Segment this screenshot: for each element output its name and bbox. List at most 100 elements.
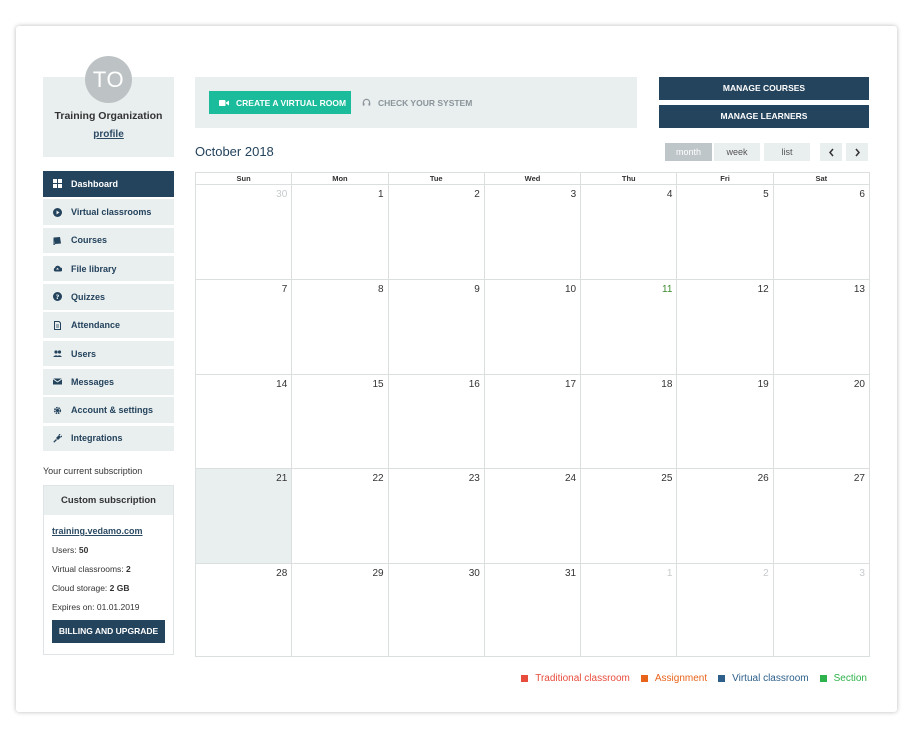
calendar-day[interactable]: 23 (387, 469, 484, 563)
day-number: 10 (565, 284, 577, 296)
calendar-day[interactable]: 8 (291, 280, 387, 374)
sidebar-item-dashboard[interactable]: Dashboard (43, 171, 174, 197)
calendar-day[interactable]: 7 (196, 280, 291, 373)
day-number: 31 (565, 567, 577, 579)
weekday-label: Mon (291, 173, 387, 184)
calendar-week-row: 7 8 9 10 11 12 13 (196, 279, 869, 374)
envelope-icon (52, 376, 63, 387)
calendar-day[interactable]: 1 (580, 563, 676, 657)
day-number: 26 (757, 473, 769, 485)
calendar-day[interactable]: 31 (483, 563, 580, 657)
legend-label: Virtual classroom (732, 673, 809, 684)
view-list-button[interactable]: list (764, 143, 810, 161)
day-number: 24 (565, 473, 577, 485)
avatar[interactable]: TO (85, 56, 132, 103)
calendar-day[interactable]: 12 (676, 280, 772, 374)
legend-item: Section (819, 673, 867, 684)
sidebar-item-messages[interactable]: Messages (43, 369, 174, 395)
sidebar-item-users[interactable]: Users (43, 340, 174, 367)
day-number: 11 (662, 284, 673, 296)
calendar-day[interactable]: 2 (387, 185, 484, 280)
headset-icon (362, 98, 371, 106)
calendar-day[interactable]: 19 (676, 374, 772, 469)
calendar-day[interactable]: 2 (676, 563, 772, 657)
calendar-day[interactable]: 17 (483, 374, 580, 469)
sidebar-item-file-library[interactable]: File library (43, 255, 174, 282)
next-month-button[interactable] (846, 143, 868, 161)
check-system-button[interactable]: CHECK YOUR SYSTEM (362, 91, 472, 114)
day-number: 22 (372, 473, 384, 485)
plug-icon (52, 433, 63, 444)
calendar-day[interactable]: 3 (483, 185, 580, 280)
calendar-day[interactable]: 20 (772, 374, 869, 469)
calendar-day[interactable]: 27 (772, 469, 869, 563)
calendar-day[interactable]: 15 (291, 374, 387, 469)
day-number: 5 (763, 189, 769, 200)
sidebar-item-account-settings[interactable]: Account & settings (43, 397, 174, 423)
weekday-header: Sun Mon Tue Wed Thu Fri Sat (196, 173, 869, 185)
view-week-button[interactable]: week (714, 143, 760, 161)
legend-label: Traditional classroom (535, 673, 630, 684)
calendar-week-row: 30 1 2 3 4 5 6 (196, 185, 869, 280)
users-icon (52, 348, 63, 359)
profile-link[interactable]: profile (43, 129, 174, 140)
day-number: 2 (474, 189, 480, 200)
calendar-day[interactable]: 3 (772, 563, 869, 657)
sidebar-item-label: Dashboard (71, 178, 119, 189)
calendar-day[interactable]: 5 (676, 185, 772, 280)
calendar-day[interactable]: 13 (772, 280, 869, 374)
legend-label: Assignment (654, 673, 708, 684)
question-circle-icon: ? (52, 291, 63, 302)
calendar-day[interactable]: 16 (387, 374, 484, 469)
calendar-legend: Traditional classroom Assignment Virtual c… (510, 673, 867, 684)
calendar-day[interactable]: 22 (291, 469, 387, 563)
check-system-label: CHECK YOUR SYSTEM (378, 97, 473, 108)
calendar-day[interactable]: 28 (196, 564, 291, 657)
calendar-day[interactable]: 1 (291, 185, 387, 280)
day-number: 15 (372, 378, 384, 390)
classrooms-value: 2 (126, 564, 131, 574)
subscription-storage: Cloud storage: 2 GB (52, 583, 130, 593)
calendar-day[interactable]: 29 (291, 563, 387, 657)
subscription-title: Custom subscription (44, 486, 173, 515)
calendar-day[interactable]: 25 (580, 469, 676, 563)
day-number: 30 (468, 567, 480, 579)
document-icon (52, 320, 63, 331)
chevron-right-icon (854, 148, 860, 156)
prev-month-button[interactable] (820, 143, 842, 161)
calendar-day[interactable]: 6 (772, 185, 869, 280)
sidebar-item-quizzes[interactable]: ? Quizzes (43, 284, 174, 310)
calendar-day[interactable]: 11 (580, 280, 676, 374)
calendar-day[interactable]: 4 (580, 185, 676, 280)
users-label: Users: (52, 545, 79, 555)
create-virtual-room-button[interactable]: CREATE A VIRTUAL ROOM (209, 91, 351, 114)
sidebar-item-integrations[interactable]: Integrations (43, 425, 174, 452)
billing-upgrade-button[interactable]: BILLING AND UPGRADE (52, 620, 165, 643)
calendar-day[interactable]: 18 (580, 374, 676, 469)
calendar-day[interactable]: 10 (483, 280, 580, 374)
calendar-day[interactable]: 14 (196, 375, 291, 468)
weekday-label: Fri (676, 173, 772, 184)
dashboard-grid-icon (52, 178, 63, 189)
sidebar-item-attendance[interactable]: Attendance (43, 312, 174, 338)
day-number: 23 (468, 473, 480, 485)
calendar-day[interactable]: 30 (387, 563, 484, 657)
day-number: 16 (468, 378, 480, 390)
manage-learners-button[interactable]: MANAGE LEARNERS (659, 105, 869, 128)
sidebar-item-courses[interactable]: Courses (43, 227, 174, 254)
calendar-day-today[interactable]: 21 (196, 469, 292, 563)
subscription-domain-link[interactable]: training.vedamo.com (52, 526, 143, 536)
calendar-day[interactable]: 9 (387, 280, 484, 374)
day-number: 7 (281, 284, 288, 296)
calendar-day[interactable]: 30 (196, 185, 291, 279)
day-number: 13 (853, 284, 865, 296)
view-month-button[interactable]: month (665, 143, 712, 161)
calendar-day[interactable]: 26 (676, 469, 772, 563)
weekday-label: Tue (387, 173, 484, 184)
svg-text:?: ? (56, 293, 60, 301)
manage-courses-button[interactable]: MANAGE COURSES (659, 77, 869, 100)
sidebar-nav: Dashboard Virtual classrooms Courses File l… (43, 171, 174, 454)
sidebar-item-virtual-classrooms[interactable]: Virtual classrooms (43, 199, 174, 225)
calendar-day[interactable]: 24 (483, 469, 580, 563)
subscription-panel: Custom subscription training.vedamo.com … (43, 485, 174, 655)
